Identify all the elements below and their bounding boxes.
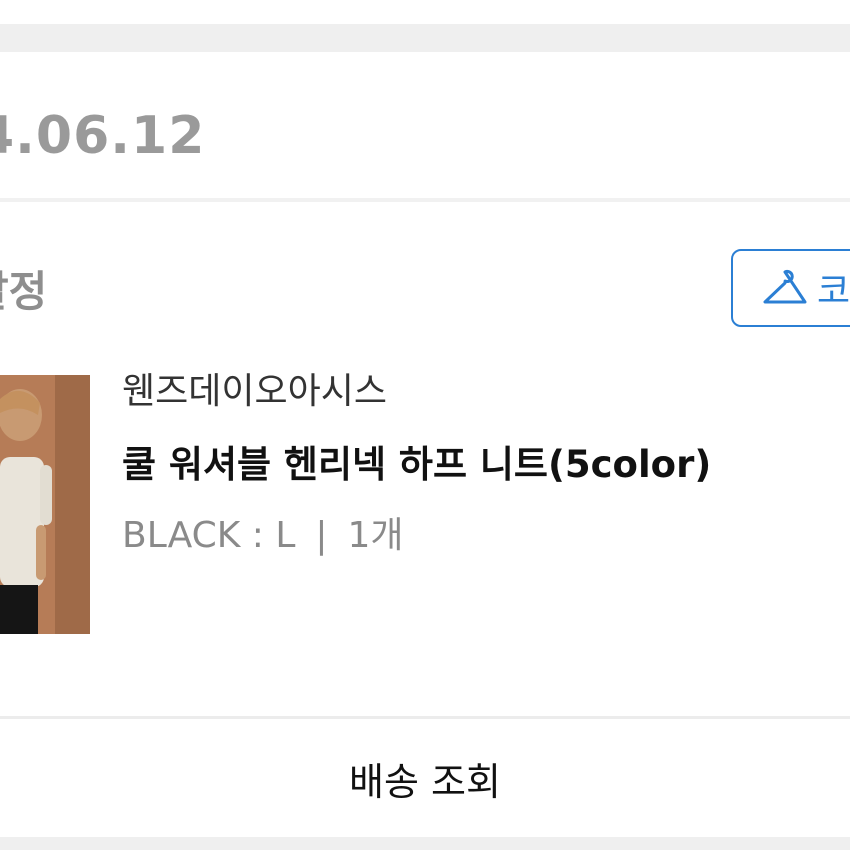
product-name[interactable]: 쿨 워셔블 헨리넥 하프 니트(5color) — [122, 434, 711, 488]
divider — [0, 198, 850, 202]
option-quantity: 1개 — [347, 515, 404, 556]
order-status-label: 발정 — [0, 267, 48, 316]
product-thumbnail[interactable] — [0, 375, 90, 634]
track-delivery-button[interactable]: 배송 조회 — [0, 719, 850, 837]
order-date: 4.06.12 — [0, 106, 206, 166]
coordi-button[interactable]: 코 — [731, 249, 850, 327]
section-separator — [0, 24, 850, 52]
product-option: BLACK : L | 1개 — [122, 506, 404, 558]
option-separator: | — [315, 515, 328, 556]
coordi-button-label: 코 — [817, 271, 850, 312]
option-value: BLACK : L — [122, 515, 296, 556]
brand-name[interactable]: 웬즈데이오아시스 — [122, 362, 387, 414]
section-separator — [0, 837, 850, 850]
hanger-icon — [761, 268, 809, 308]
top-spacer — [0, 0, 850, 24]
